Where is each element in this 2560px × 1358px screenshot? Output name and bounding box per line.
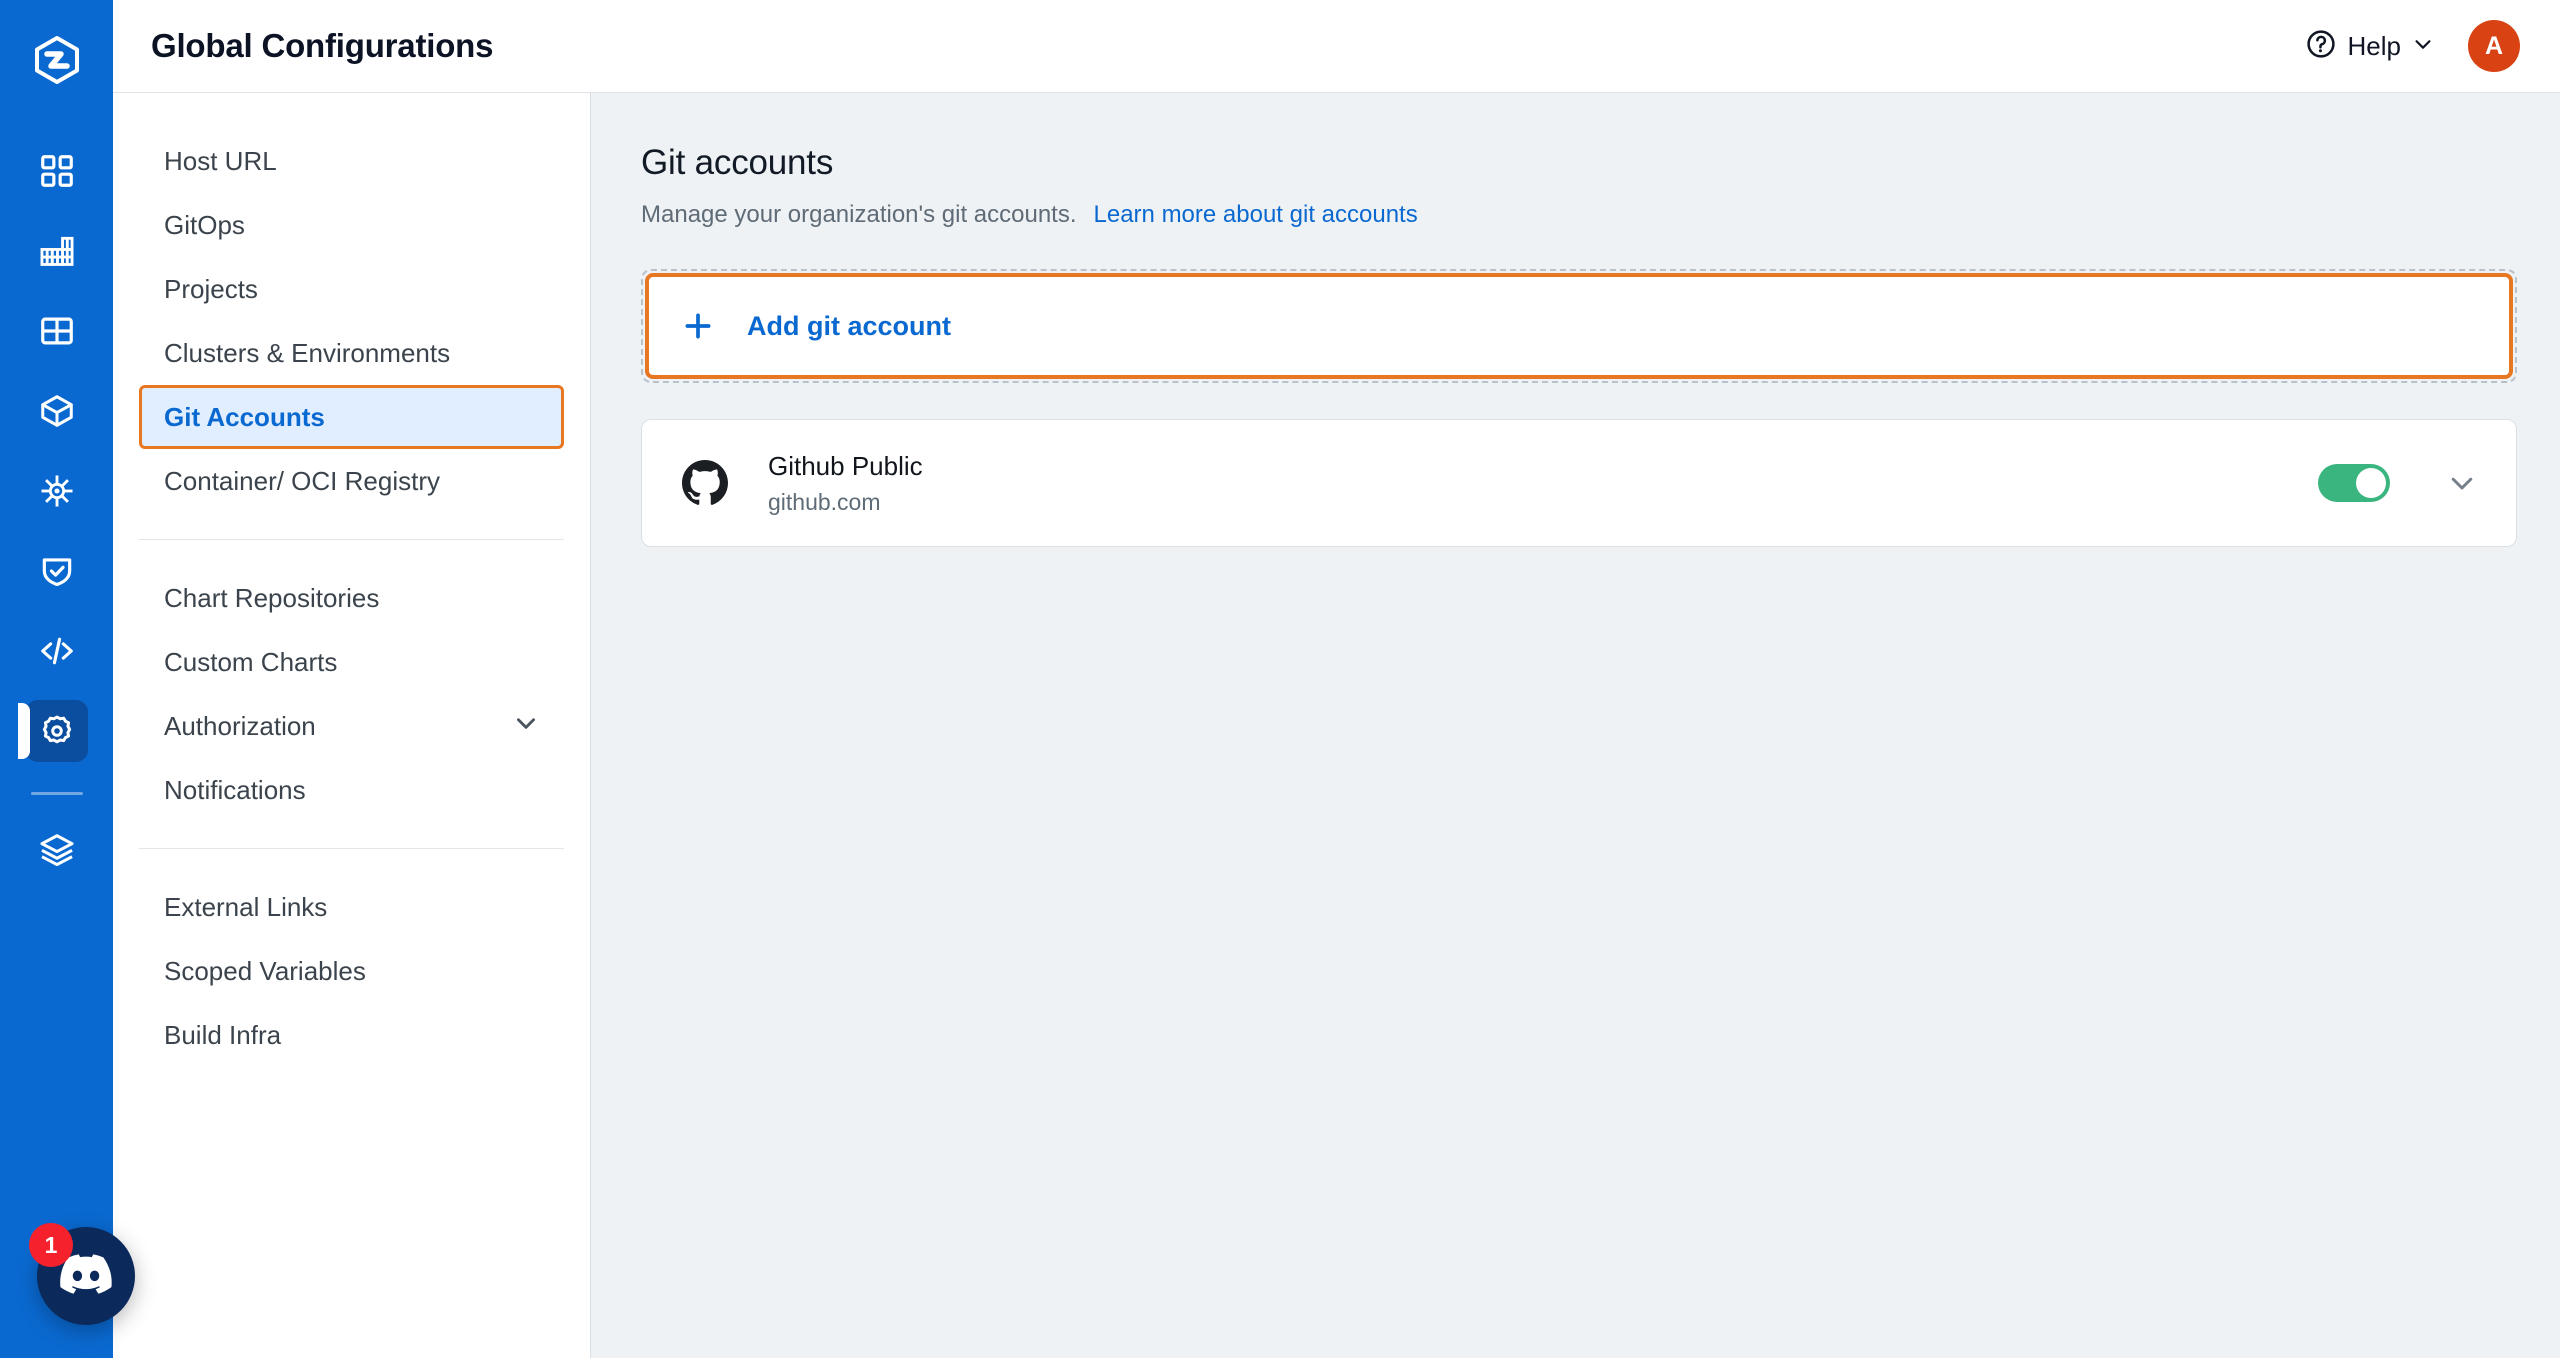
resource-browser-helm-icon: [38, 472, 76, 510]
sidebar-item-label: Build Infra: [164, 1019, 282, 1050]
discord-chat-button[interactable]: 1: [29, 1223, 135, 1325]
rail-item-applications[interactable]: [26, 140, 88, 202]
git-account-actions: [2318, 464, 2480, 502]
app-groups-icon: [38, 312, 76, 350]
git-account-enabled-toggle[interactable]: [2318, 464, 2390, 502]
chevron-down-icon[interactable]: [2444, 465, 2480, 501]
discord-icon: [60, 1253, 112, 1299]
question-circle-icon: [2305, 28, 2337, 65]
sidebar-item-custom-charts[interactable]: Custom Charts: [139, 630, 564, 694]
plus-icon: [681, 309, 715, 343]
sidebar-group-3: External Links Scoped Variables Build In…: [113, 875, 590, 1067]
sidebar-item-scoped-variables[interactable]: Scoped Variables: [139, 939, 564, 1003]
avatar[interactable]: A: [2468, 20, 2520, 72]
sidebar-item-external-links[interactable]: External Links: [139, 875, 564, 939]
rail-divider: [30, 792, 83, 795]
global-configurations-gear-icon: [38, 712, 76, 750]
sidebar-item-label: Host URL: [164, 145, 277, 176]
rail-item-global-configurations[interactable]: [17, 700, 88, 762]
sidebar-item-label: Notifications: [164, 774, 306, 805]
sidebar-group-1: Host URL GitOps Projects Clusters & Envi…: [113, 129, 590, 513]
sidebar-item-label: Container/ OCI Registry: [164, 465, 440, 496]
devtron-logo[interactable]: [29, 32, 85, 88]
security-shield-icon: [38, 552, 76, 590]
sidebar-item-label: Chart Repositories: [164, 582, 380, 613]
sidebar-item-label: External Links: [164, 891, 328, 922]
main-content: Git accounts Manage your organization's …: [591, 93, 2560, 1358]
learn-more-link[interactable]: Learn more about git accounts: [1094, 201, 1418, 229]
sidebar-item-projects[interactable]: Projects: [139, 257, 564, 321]
sidebar-item-label: Clusters & Environments: [164, 337, 451, 368]
help-button[interactable]: Help: [2305, 28, 2434, 65]
code-bracket-icon: [38, 632, 76, 670]
discord-unread-badge: 1: [29, 1223, 73, 1267]
section-title: Git accounts: [641, 143, 834, 182]
add-git-account-label: Add git account: [747, 310, 951, 341]
section-description: Manage your organization's git accounts.…: [641, 201, 2560, 229]
settings-sidebar: Host URL GitOps Projects Clusters & Envi…: [113, 93, 591, 1358]
primary-nav-rail: 1: [0, 0, 135, 1358]
sidebar-item-label: Custom Charts: [164, 646, 338, 677]
chevron-down-icon[interactable]: [513, 710, 539, 743]
rail-item-code[interactable]: [26, 620, 88, 682]
sidebar-item-label: Projects: [164, 273, 258, 304]
app-root: 1 Global Configurations Help A Host URL …: [0, 0, 2560, 1358]
jobs-chart-icon: [38, 232, 76, 270]
rail-item-jobs[interactable]: [26, 220, 88, 282]
help-label: Help: [2347, 30, 2401, 61]
section-subtitle: Manage your organization's git accounts.: [641, 201, 1077, 228]
git-account-name: Github Public: [768, 450, 923, 481]
sidebar-item-host-url[interactable]: Host URL: [139, 129, 564, 193]
chevron-down-icon: [2412, 33, 2434, 60]
sidebar-item-build-infra[interactable]: Build Infra: [139, 1003, 564, 1067]
rail-item-chart-store[interactable]: [26, 380, 88, 442]
chart-store-cube-icon: [38, 392, 76, 430]
applications-grid-icon: [38, 152, 76, 190]
git-account-info: Github Public github.com: [768, 451, 923, 516]
sidebar-item-notifications[interactable]: Notifications: [139, 758, 564, 822]
sidebar-item-label: Scoped Variables: [164, 955, 366, 986]
rail-item-resource-browser[interactable]: [26, 460, 88, 522]
git-account-host: github.com: [768, 488, 881, 515]
add-git-account-button[interactable]: Add git account: [645, 273, 2513, 379]
rail-item-stack-manager[interactable]: [26, 819, 88, 881]
sidebar-item-gitops[interactable]: GitOps: [139, 193, 564, 257]
sidebar-group-2: Chart Repositories Custom Charts Authori…: [113, 566, 590, 822]
rail-item-app-groups[interactable]: [26, 300, 88, 362]
sidebar-item-label: Authorization: [164, 710, 316, 741]
sidebar-item-container-oci-registry[interactable]: Container/ OCI Registry: [139, 449, 564, 513]
page-title: Global Configurations: [151, 27, 494, 64]
rail-item-list: [0, 140, 113, 899]
page-header: Global Configurations Help A: [113, 0, 2560, 93]
sidebar-item-clusters-environments[interactable]: Clusters & Environments: [139, 321, 564, 385]
sidebar-item-label: GitOps: [164, 209, 245, 240]
sidebar-divider-1: [139, 539, 564, 540]
add-git-account-dropzone: Add git account: [641, 269, 2517, 383]
rail-item-security[interactable]: [26, 540, 88, 602]
body-split: Host URL GitOps Projects Clusters & Envi…: [113, 93, 2560, 1358]
github-icon: [682, 460, 728, 506]
right-pane: Global Configurations Help A Host URL Gi…: [113, 0, 2560, 1358]
header-actions: Help A: [2305, 20, 2520, 72]
sidebar-item-git-accounts[interactable]: Git Accounts: [139, 385, 564, 449]
active-tab-indicator: [17, 703, 30, 759]
sidebar-divider-2: [139, 848, 564, 849]
toggle-knob: [2356, 468, 2386, 498]
sidebar-item-authorization[interactable]: Authorization: [139, 694, 564, 758]
sidebar-item-chart-repositories[interactable]: Chart Repositories: [139, 566, 564, 630]
sidebar-item-label: Git Accounts: [164, 401, 325, 432]
git-account-row[interactable]: Github Public github.com: [641, 419, 2517, 547]
stack-manager-layers-icon: [38, 831, 76, 869]
